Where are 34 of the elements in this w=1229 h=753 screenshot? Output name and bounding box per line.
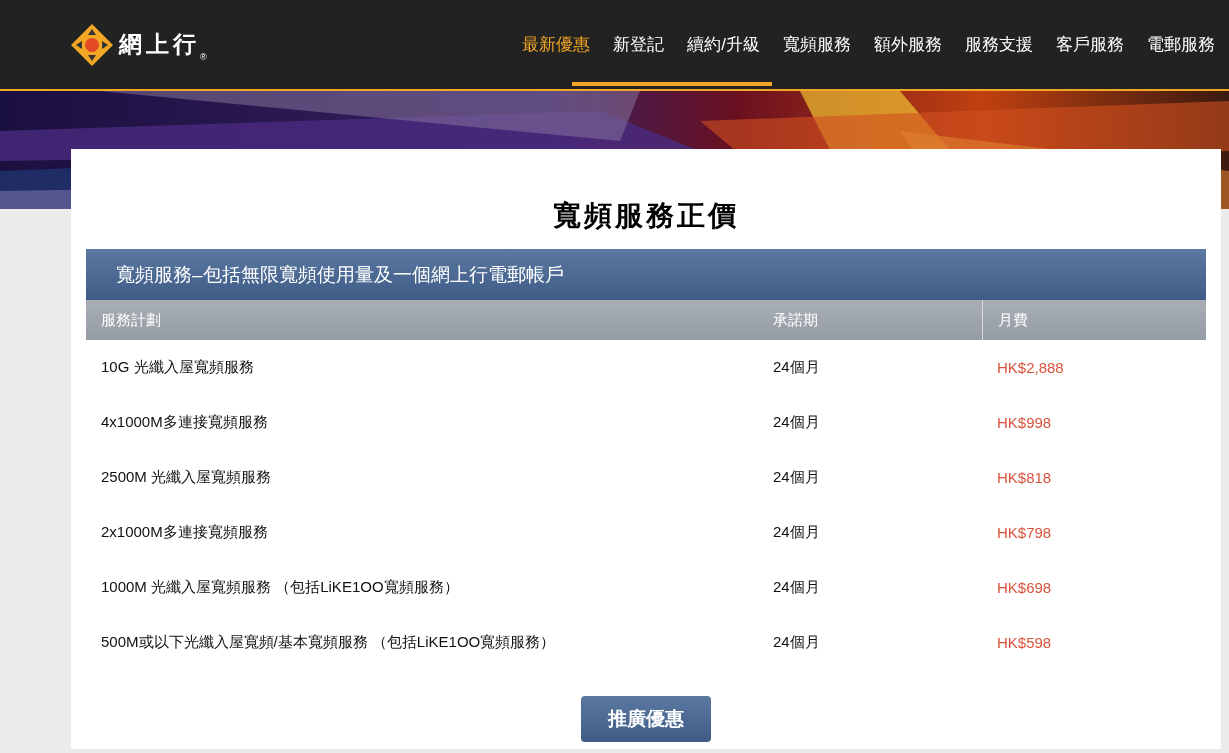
nav-link[interactable]: 最新優惠 <box>522 33 591 56</box>
table-cell: 10G 光纖入屋寬頻服務 <box>101 358 254 375</box>
table-cell: 2500M 光纖入屋寬頻服務 <box>101 468 272 485</box>
price-cell: HK$818 <box>997 469 1052 486</box>
table-cell: 24個月 <box>773 413 820 430</box>
registered-mark: ® <box>200 51 207 62</box>
nav-link[interactable]: 客戶服務 <box>1056 33 1124 56</box>
nav-link[interactable]: 新登記 <box>613 33 665 56</box>
price-cell: HK$2,888 <box>997 359 1064 376</box>
nav-link[interactable]: 電郵服務 <box>1147 33 1215 56</box>
nav-link[interactable]: 額外服務 <box>874 33 942 56</box>
price-cell: HK$798 <box>997 524 1052 541</box>
table-cell: 2x1000M多連接寬頻服務 <box>101 523 268 540</box>
nav-link[interactable]: 服務支援 <box>965 33 1033 56</box>
price-cell: HK$598 <box>997 634 1052 651</box>
table-cell: 24個月 <box>773 523 820 540</box>
logo-text: 網上行 <box>119 30 200 57</box>
column-header: 服務計劃 <box>100 310 162 330</box>
table-cell: 24個月 <box>773 578 820 595</box>
table-cell: 1000M 光纖入屋寬頻服務 （包括LiKE1OO寬頻服務） <box>101 578 459 595</box>
table-cell: 4x1000M多連接寬頻服務 <box>101 413 268 430</box>
nav-link[interactable]: 寬頻服務 <box>783 33 851 56</box>
price-cell: HK$998 <box>997 414 1052 431</box>
page-title: 寬頻服務正價 <box>552 199 740 233</box>
price-cell: HK$698 <box>997 579 1052 596</box>
nav-link[interactable]: 續約/升級 <box>687 33 760 56</box>
table-cell: 500M或以下光纖入屋寬頻/基本寬頻服務 （包括LiKE1OO寬頻服務） <box>101 633 556 650</box>
promo-button[interactable]: 推廣優惠 <box>581 696 711 742</box>
table-cell: 24個月 <box>773 633 820 650</box>
column-header: 承諾期 <box>772 310 819 330</box>
table-cell: 24個月 <box>773 468 820 485</box>
table-cell: 24個月 <box>773 358 820 375</box>
table-caption: 寬頻服務–包括無限寬頻使用量及一個網上行電郵帳戶 <box>86 249 1206 300</box>
column-header: 月費 <box>982 300 1206 340</box>
